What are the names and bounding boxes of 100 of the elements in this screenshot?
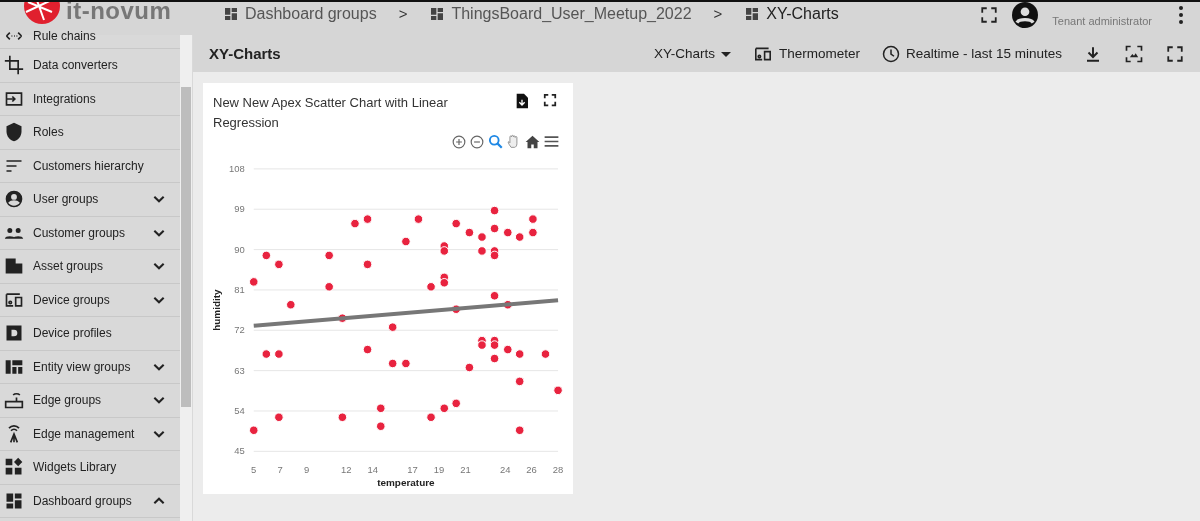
x-tick-label: 19 <box>433 464 445 476</box>
data-point <box>477 340 487 350</box>
sidebar-item[interactable]: Asset groups <box>0 250 180 284</box>
data-point <box>413 214 424 224</box>
data-point <box>274 259 284 270</box>
entity-alias-button[interactable]: Thermometer <box>752 45 860 62</box>
fullscreen-icon[interactable] <box>980 5 999 24</box>
fullscreen-icon[interactable] <box>1166 44 1184 63</box>
data-point <box>337 313 348 323</box>
data-point <box>514 232 525 242</box>
sidebar-item[interactable]: Dashboard groups <box>0 484 180 518</box>
data-point <box>401 358 411 369</box>
data-point <box>477 232 487 242</box>
data-point <box>439 246 450 256</box>
data-point <box>489 340 500 350</box>
data-point <box>503 344 513 355</box>
data-point <box>362 259 373 270</box>
dbox-icon <box>4 323 24 344</box>
data-point <box>451 398 461 409</box>
x-tick-label: 24 <box>499 464 511 476</box>
data-point <box>426 281 436 292</box>
x-tick-label: 5 <box>251 464 257 476</box>
data-point <box>274 412 284 422</box>
zoom-out-icon[interactable] <box>470 134 484 149</box>
data-point <box>387 322 398 332</box>
breadcrumb-link[interactable]: Dashboard groups <box>223 4 377 23</box>
home-icon[interactable] <box>525 134 540 149</box>
y-tick-label: 108 <box>229 162 245 174</box>
fullscreen-icon[interactable] <box>543 93 557 107</box>
data-point <box>439 403 450 413</box>
devices-icon <box>752 45 773 62</box>
data-point <box>528 227 538 238</box>
download-icon[interactable] <box>1084 44 1102 63</box>
export-file-icon[interactable] <box>515 93 529 109</box>
data-point <box>401 236 411 247</box>
data-point <box>362 214 373 224</box>
data-point <box>439 277 450 288</box>
logo-icon <box>22 2 62 24</box>
data-point <box>261 349 272 359</box>
building-icon <box>4 256 24 277</box>
state-selector[interactable]: XY-Charts <box>653 46 731 61</box>
x-tick-label: 9 <box>304 464 310 476</box>
sidebar-item[interactable]: Rule chains <box>0 24 180 49</box>
dashboard-title: XY-Charts <box>209 45 282 62</box>
account-icon <box>4 189 24 210</box>
data-point <box>248 425 259 435</box>
breadcrumb-link[interactable]: XY-Charts <box>744 4 839 23</box>
dashboard-icon <box>744 5 761 22</box>
dashboard-icon <box>223 5 239 22</box>
account-icon[interactable] <box>1012 1 1039 28</box>
search-icon[interactable] <box>488 134 503 150</box>
sidebar-item[interactable]: Device profiles <box>0 317 180 351</box>
breadcrumb-separator: > <box>398 5 408 22</box>
scrollbar[interactable] <box>180 35 192 521</box>
data-point <box>286 299 296 310</box>
data-point <box>324 281 334 292</box>
widget-title: New New Apex Scatter Chart with Linear Regression <box>213 94 449 132</box>
x-tick-label: 12 <box>341 464 352 476</box>
sidebar-item[interactable]: Device groups <box>0 283 180 317</box>
timewindow-button[interactable]: Realtime - last 15 minutes <box>881 44 1062 63</box>
widgets-icon <box>4 457 24 478</box>
data-point <box>350 218 360 229</box>
breadcrumb-link[interactable]: ThingsBoard_User_Meetup_2022 <box>429 4 692 23</box>
logo-text: it-novum <box>66 2 172 25</box>
data-point <box>489 290 500 301</box>
image-frame-icon[interactable] <box>1124 43 1144 64</box>
crop-icon <box>4 55 24 76</box>
data-point <box>337 412 348 422</box>
y-tick-label: 99 <box>234 203 245 215</box>
data-point <box>376 403 386 413</box>
data-point <box>528 214 538 224</box>
y-axis-label: humidity <box>210 289 222 331</box>
router-icon <box>4 390 24 411</box>
data-point <box>489 250 500 261</box>
sidebar-item[interactable]: User groups <box>0 183 180 217</box>
data-point <box>324 250 334 261</box>
x-tick-label: 21 <box>460 464 471 476</box>
data-point <box>451 218 461 229</box>
data-point <box>514 349 525 359</box>
data-point <box>514 425 525 435</box>
sidebar-item[interactable]: Roles <box>0 116 180 150</box>
x-axis-label: temperature <box>377 477 435 489</box>
clock-icon <box>881 44 900 63</box>
zoom-in-icon[interactable] <box>452 134 466 149</box>
breadcrumb-separator: > <box>713 5 723 22</box>
data-point <box>464 227 475 238</box>
x-tick-label: 7 <box>277 464 283 476</box>
x-tick-label: 26 <box>526 464 537 476</box>
sidebar-item[interactable]: Entity view groups <box>0 350 180 384</box>
x-tick-label: 28 <box>552 464 564 476</box>
menu-icon[interactable] <box>544 135 559 149</box>
x-tick-label: 14 <box>367 464 379 476</box>
data-point <box>426 412 436 422</box>
data-point <box>489 353 500 364</box>
sidebar-item[interactable]: Widgets Library <box>0 451 180 485</box>
shield-icon <box>4 122 24 143</box>
more-icon[interactable] <box>1178 4 1184 25</box>
data-point <box>464 362 475 373</box>
y-tick-label: 72 <box>234 324 245 336</box>
data-point <box>248 277 259 287</box>
